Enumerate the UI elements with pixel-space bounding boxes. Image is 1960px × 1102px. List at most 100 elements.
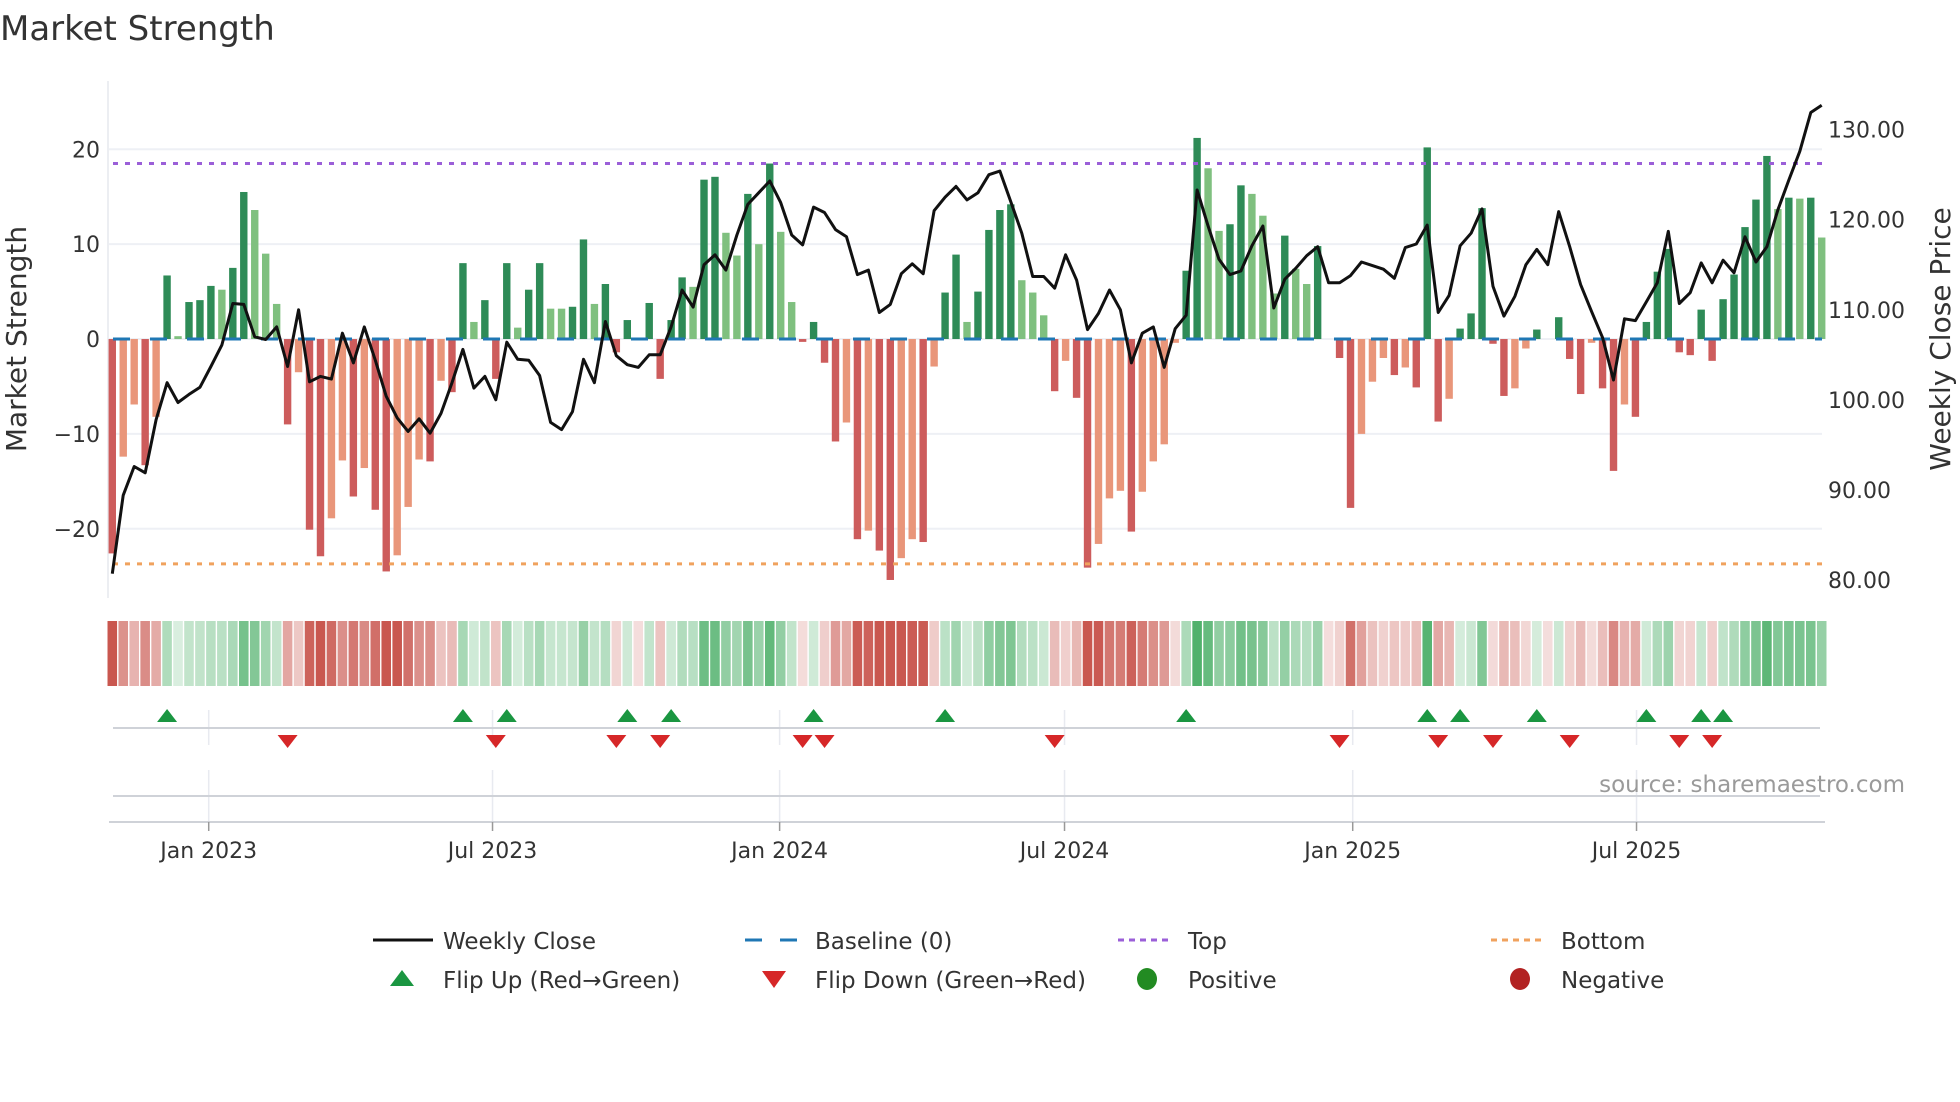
positive-bar <box>524 289 533 340</box>
strip-cell <box>786 621 797 686</box>
negative-bar <box>141 339 149 466</box>
strip-cell <box>1148 621 1159 686</box>
strip-cell <box>370 621 381 686</box>
y2-tick-label: 100.00 <box>1828 389 1905 414</box>
strip-cell <box>534 621 545 686</box>
strip-cell <box>1038 621 1049 686</box>
positive-bar <box>963 321 971 340</box>
strip-cell <box>425 621 435 686</box>
strip-cell <box>1586 621 1597 686</box>
legend-label: Flip Up (Red→Green) <box>443 968 680 994</box>
strip-cell <box>403 621 413 686</box>
strip-cell <box>1027 621 1038 686</box>
strip-cell <box>1597 621 1608 686</box>
flip-down-marker <box>1559 735 1580 748</box>
negative-bar <box>1116 339 1125 491</box>
negative-bar <box>360 339 369 469</box>
positive-bar <box>1248 193 1256 340</box>
strip-cell <box>797 621 808 686</box>
flip-down-marker <box>1669 735 1690 748</box>
negative-bar <box>437 339 445 381</box>
strip-cell <box>896 621 907 686</box>
strip-cell <box>819 621 830 686</box>
negative-bar <box>1390 339 1399 376</box>
strip-cell <box>1345 621 1356 686</box>
positive-bar <box>590 303 599 340</box>
strip-cell <box>1619 621 1630 686</box>
strip-cell <box>1203 621 1213 686</box>
negative-bar <box>1576 339 1585 395</box>
negative-bar <box>338 339 347 461</box>
strip-cell <box>1082 621 1093 686</box>
x-tick-label: Jan 2025 <box>1302 839 1401 864</box>
flip-up-marker <box>1713 709 1734 722</box>
strip-cell <box>1718 621 1728 686</box>
strip-cell <box>1729 621 1739 686</box>
flip-marker-panel <box>109 709 1825 823</box>
positive-bar <box>568 306 577 340</box>
strip-cell <box>107 621 118 686</box>
positive-bar <box>481 300 489 340</box>
strip-cell <box>1367 621 1378 686</box>
positive-bar <box>1785 197 1793 340</box>
strip-cell <box>1422 621 1433 686</box>
strip-cell <box>666 621 676 686</box>
negative-bar <box>831 339 840 442</box>
flip-down-marker <box>606 735 627 748</box>
strip-cell <box>830 621 841 686</box>
positive-bar <box>755 244 763 340</box>
strip-cell <box>1751 621 1761 686</box>
positive-bar <box>766 163 774 340</box>
strip-cell <box>447 621 457 686</box>
flip-up-marker <box>1636 709 1657 722</box>
strip-cell <box>1334 621 1345 686</box>
strip-cell <box>907 621 917 686</box>
positive-bar <box>952 254 960 340</box>
positive-bar <box>251 210 259 340</box>
strip-cell <box>271 621 282 686</box>
negative-bar <box>886 339 894 580</box>
strip-cell <box>1510 621 1520 686</box>
strip-cell <box>392 621 402 686</box>
negative-bar <box>1434 339 1442 422</box>
negative-bar <box>1445 339 1453 399</box>
y2-tick-label: 90.00 <box>1828 479 1891 504</box>
strip-cell <box>710 621 720 686</box>
strip-cell <box>491 621 501 686</box>
negative-bar <box>1083 339 1092 568</box>
strip-cell <box>1816 621 1827 686</box>
flip-up-marker <box>803 709 824 722</box>
strip-cell <box>337 621 348 686</box>
negative-bar <box>875 339 884 551</box>
positive-bar <box>1752 199 1760 340</box>
positive-bar <box>1796 198 1804 340</box>
strip-cell <box>1389 621 1400 686</box>
negative-bar <box>426 339 434 462</box>
strip-cell <box>304 621 315 686</box>
strip-cell <box>655 621 665 686</box>
legend-item: Baseline (0) <box>745 929 952 955</box>
strip-cell <box>326 621 337 686</box>
strip-cell <box>721 621 731 686</box>
positive-bar <box>623 320 632 340</box>
positive-bar <box>996 210 1004 340</box>
negative-bar <box>415 339 423 460</box>
circle-icon <box>1137 968 1157 990</box>
strip-cell <box>1433 621 1443 686</box>
flip-up-marker <box>1417 709 1438 722</box>
strip-cell <box>173 621 183 686</box>
strip-cell <box>1707 621 1717 686</box>
flip-up-marker <box>496 709 517 722</box>
strip-cell <box>458 621 468 686</box>
strip-cell <box>732 621 742 686</box>
flip-down-marker <box>277 735 298 748</box>
positive-bar <box>1642 321 1651 340</box>
strip-cell <box>1356 621 1367 686</box>
strip-cell <box>184 621 194 686</box>
strip-cell <box>622 621 633 686</box>
positive-bar <box>1292 268 1300 340</box>
flip-up-marker <box>1450 709 1471 722</box>
strip-cell <box>940 621 950 686</box>
strip-cell <box>359 621 370 686</box>
legend-label: Bottom <box>1561 929 1645 955</box>
